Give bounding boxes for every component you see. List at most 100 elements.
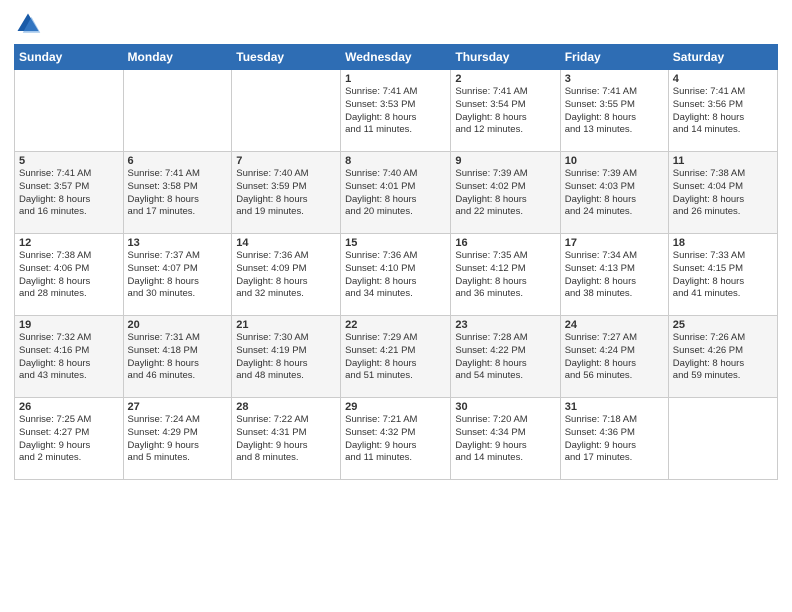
calendar-cell: 20Sunrise: 7:31 AM Sunset: 4:18 PM Dayli… <box>123 316 232 398</box>
weekday-header-monday: Monday <box>123 45 232 70</box>
calendar-cell: 4Sunrise: 7:41 AM Sunset: 3:56 PM Daylig… <box>668 70 777 152</box>
day-number: 2 <box>455 73 555 85</box>
day-info: Sunrise: 7:41 AM Sunset: 3:54 PM Dayligh… <box>455 86 555 137</box>
day-info: Sunrise: 7:25 AM Sunset: 4:27 PM Dayligh… <box>19 414 119 465</box>
calendar-cell: 13Sunrise: 7:37 AM Sunset: 4:07 PM Dayli… <box>123 234 232 316</box>
day-number: 3 <box>565 73 664 85</box>
weekday-header-sunday: Sunday <box>15 45 124 70</box>
day-number: 4 <box>673 73 773 85</box>
day-number: 31 <box>565 401 664 413</box>
calendar-cell: 1Sunrise: 7:41 AM Sunset: 3:53 PM Daylig… <box>341 70 451 152</box>
day-number: 6 <box>128 155 228 167</box>
calendar-cell <box>668 398 777 480</box>
day-number: 26 <box>19 401 119 413</box>
day-info: Sunrise: 7:22 AM Sunset: 4:31 PM Dayligh… <box>236 414 336 465</box>
calendar-cell: 27Sunrise: 7:24 AM Sunset: 4:29 PM Dayli… <box>123 398 232 480</box>
day-number: 15 <box>345 237 446 249</box>
calendar-cell: 15Sunrise: 7:36 AM Sunset: 4:10 PM Dayli… <box>341 234 451 316</box>
day-info: Sunrise: 7:35 AM Sunset: 4:12 PM Dayligh… <box>455 250 555 301</box>
weekday-header-tuesday: Tuesday <box>232 45 341 70</box>
day-info: Sunrise: 7:24 AM Sunset: 4:29 PM Dayligh… <box>128 414 228 465</box>
day-number: 7 <box>236 155 336 167</box>
day-number: 17 <box>565 237 664 249</box>
day-info: Sunrise: 7:36 AM Sunset: 4:10 PM Dayligh… <box>345 250 446 301</box>
day-info: Sunrise: 7:33 AM Sunset: 4:15 PM Dayligh… <box>673 250 773 301</box>
calendar-cell: 10Sunrise: 7:39 AM Sunset: 4:03 PM Dayli… <box>560 152 668 234</box>
calendar-cell: 14Sunrise: 7:36 AM Sunset: 4:09 PM Dayli… <box>232 234 341 316</box>
weekday-header-thursday: Thursday <box>451 45 560 70</box>
calendar-table: SundayMondayTuesdayWednesdayThursdayFrid… <box>14 44 778 480</box>
day-info: Sunrise: 7:36 AM Sunset: 4:09 PM Dayligh… <box>236 250 336 301</box>
day-number: 13 <box>128 237 228 249</box>
day-number: 8 <box>345 155 446 167</box>
calendar-cell: 7Sunrise: 7:40 AM Sunset: 3:59 PM Daylig… <box>232 152 341 234</box>
day-info: Sunrise: 7:40 AM Sunset: 4:01 PM Dayligh… <box>345 168 446 219</box>
calendar-cell <box>123 70 232 152</box>
day-info: Sunrise: 7:39 AM Sunset: 4:03 PM Dayligh… <box>565 168 664 219</box>
calendar-cell: 6Sunrise: 7:41 AM Sunset: 3:58 PM Daylig… <box>123 152 232 234</box>
calendar-cell: 19Sunrise: 7:32 AM Sunset: 4:16 PM Dayli… <box>15 316 124 398</box>
day-info: Sunrise: 7:27 AM Sunset: 4:24 PM Dayligh… <box>565 332 664 383</box>
calendar-cell: 8Sunrise: 7:40 AM Sunset: 4:01 PM Daylig… <box>341 152 451 234</box>
weekday-header-saturday: Saturday <box>668 45 777 70</box>
calendar-cell: 30Sunrise: 7:20 AM Sunset: 4:34 PM Dayli… <box>451 398 560 480</box>
day-info: Sunrise: 7:41 AM Sunset: 3:53 PM Dayligh… <box>345 86 446 137</box>
day-info: Sunrise: 7:34 AM Sunset: 4:13 PM Dayligh… <box>565 250 664 301</box>
calendar-week-row: 26Sunrise: 7:25 AM Sunset: 4:27 PM Dayli… <box>15 398 778 480</box>
calendar-cell: 25Sunrise: 7:26 AM Sunset: 4:26 PM Dayli… <box>668 316 777 398</box>
calendar-cell: 22Sunrise: 7:29 AM Sunset: 4:21 PM Dayli… <box>341 316 451 398</box>
day-number: 11 <box>673 155 773 167</box>
page-header <box>14 10 778 38</box>
day-info: Sunrise: 7:18 AM Sunset: 4:36 PM Dayligh… <box>565 414 664 465</box>
calendar-cell: 23Sunrise: 7:28 AM Sunset: 4:22 PM Dayli… <box>451 316 560 398</box>
day-info: Sunrise: 7:28 AM Sunset: 4:22 PM Dayligh… <box>455 332 555 383</box>
day-info: Sunrise: 7:30 AM Sunset: 4:19 PM Dayligh… <box>236 332 336 383</box>
logo-icon <box>14 10 42 38</box>
day-number: 22 <box>345 319 446 331</box>
day-info: Sunrise: 7:41 AM Sunset: 3:58 PM Dayligh… <box>128 168 228 219</box>
calendar-cell: 17Sunrise: 7:34 AM Sunset: 4:13 PM Dayli… <box>560 234 668 316</box>
day-number: 1 <box>345 73 446 85</box>
calendar-cell <box>15 70 124 152</box>
day-info: Sunrise: 7:37 AM Sunset: 4:07 PM Dayligh… <box>128 250 228 301</box>
day-info: Sunrise: 7:20 AM Sunset: 4:34 PM Dayligh… <box>455 414 555 465</box>
calendar-cell: 18Sunrise: 7:33 AM Sunset: 4:15 PM Dayli… <box>668 234 777 316</box>
day-info: Sunrise: 7:31 AM Sunset: 4:18 PM Dayligh… <box>128 332 228 383</box>
day-number: 12 <box>19 237 119 249</box>
calendar-cell: 9Sunrise: 7:39 AM Sunset: 4:02 PM Daylig… <box>451 152 560 234</box>
logo <box>14 10 44 38</box>
day-info: Sunrise: 7:38 AM Sunset: 4:04 PM Dayligh… <box>673 168 773 219</box>
day-number: 9 <box>455 155 555 167</box>
weekday-header-row: SundayMondayTuesdayWednesdayThursdayFrid… <box>15 45 778 70</box>
day-info: Sunrise: 7:29 AM Sunset: 4:21 PM Dayligh… <box>345 332 446 383</box>
day-info: Sunrise: 7:41 AM Sunset: 3:55 PM Dayligh… <box>565 86 664 137</box>
calendar-week-row: 19Sunrise: 7:32 AM Sunset: 4:16 PM Dayli… <box>15 316 778 398</box>
day-number: 25 <box>673 319 773 331</box>
calendar-cell: 26Sunrise: 7:25 AM Sunset: 4:27 PM Dayli… <box>15 398 124 480</box>
calendar-cell: 21Sunrise: 7:30 AM Sunset: 4:19 PM Dayli… <box>232 316 341 398</box>
day-number: 30 <box>455 401 555 413</box>
calendar-week-row: 1Sunrise: 7:41 AM Sunset: 3:53 PM Daylig… <box>15 70 778 152</box>
page-container: SundayMondayTuesdayWednesdayThursdayFrid… <box>0 0 792 486</box>
calendar-cell <box>232 70 341 152</box>
day-number: 10 <box>565 155 664 167</box>
weekday-header-wednesday: Wednesday <box>341 45 451 70</box>
calendar-cell: 28Sunrise: 7:22 AM Sunset: 4:31 PM Dayli… <box>232 398 341 480</box>
weekday-header-friday: Friday <box>560 45 668 70</box>
calendar-cell: 16Sunrise: 7:35 AM Sunset: 4:12 PM Dayli… <box>451 234 560 316</box>
day-number: 27 <box>128 401 228 413</box>
day-number: 16 <box>455 237 555 249</box>
day-info: Sunrise: 7:38 AM Sunset: 4:06 PM Dayligh… <box>19 250 119 301</box>
calendar-cell: 12Sunrise: 7:38 AM Sunset: 4:06 PM Dayli… <box>15 234 124 316</box>
calendar-cell: 3Sunrise: 7:41 AM Sunset: 3:55 PM Daylig… <box>560 70 668 152</box>
calendar-cell: 29Sunrise: 7:21 AM Sunset: 4:32 PM Dayli… <box>341 398 451 480</box>
calendar-week-row: 12Sunrise: 7:38 AM Sunset: 4:06 PM Dayli… <box>15 234 778 316</box>
day-number: 18 <box>673 237 773 249</box>
day-number: 19 <box>19 319 119 331</box>
day-number: 5 <box>19 155 119 167</box>
day-number: 20 <box>128 319 228 331</box>
calendar-cell: 24Sunrise: 7:27 AM Sunset: 4:24 PM Dayli… <box>560 316 668 398</box>
day-number: 21 <box>236 319 336 331</box>
day-number: 24 <box>565 319 664 331</box>
day-info: Sunrise: 7:32 AM Sunset: 4:16 PM Dayligh… <box>19 332 119 383</box>
